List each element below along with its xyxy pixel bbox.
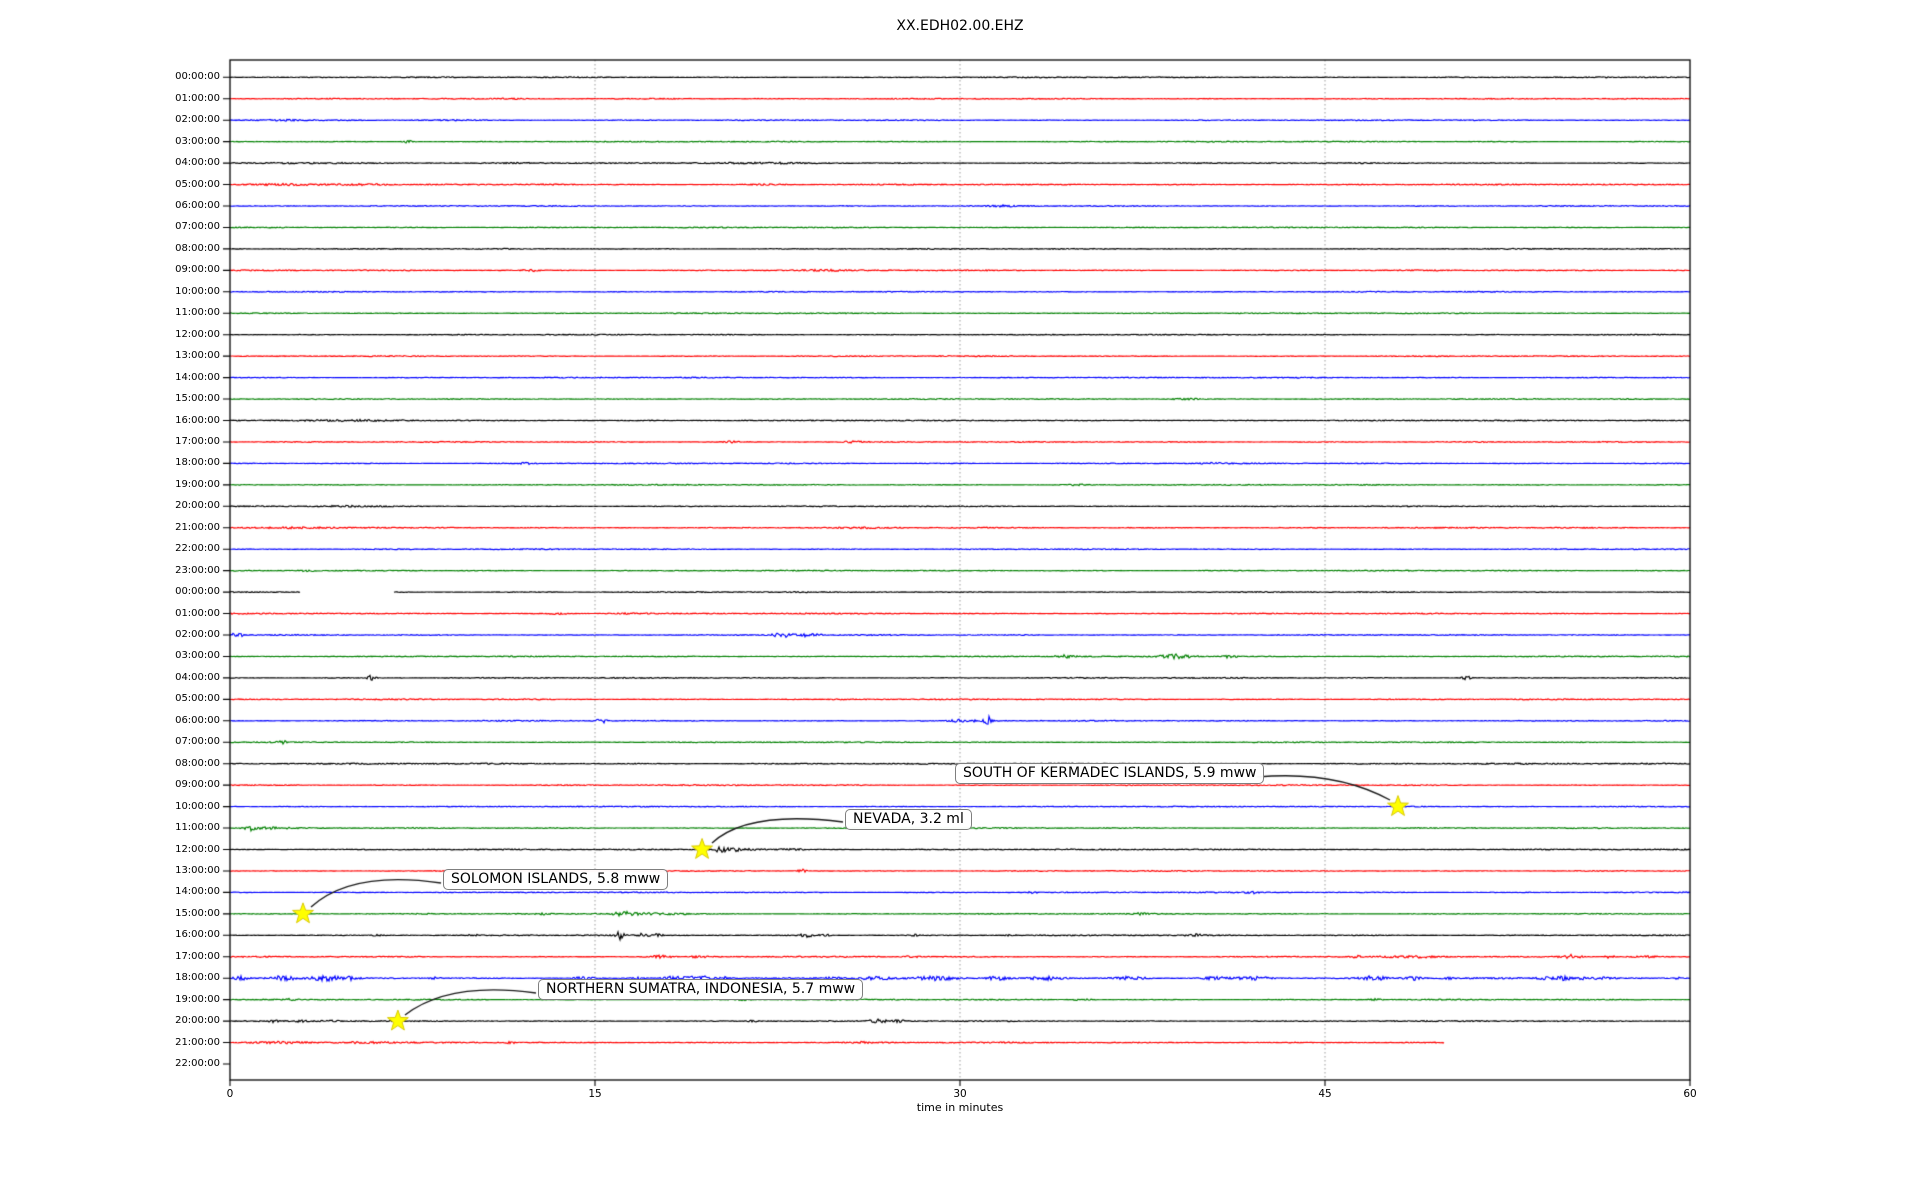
row-label: 11:00:00 [175,822,220,834]
row-label: 04:00:00 [175,157,220,169]
row-label: 00:00:00 [175,71,220,83]
seismogram-figure: XX.EDH02.00.EHZ 00:00:00 01:00:00 02:00:00… [0,0,1920,1200]
x-tick-label: 15 [588,1088,602,1100]
row-label: 04:00:00 [175,671,220,683]
row-label: 08:00:00 [175,242,220,254]
row-label: 06:00:00 [175,200,220,211]
x-tick-label: 60 [1683,1088,1697,1100]
row-label: 15:00:00 [175,393,220,405]
row-label: 07:00:00 [175,221,220,233]
row-label: 21:00:00 [175,1036,220,1048]
row-label: 23:00:00 [175,564,220,576]
row-label: 11:00:00 [175,307,220,319]
row-label: 10:00:00 [175,285,220,297]
row-label: 07:00:00 [175,736,220,748]
row-label: 16:00:00 [175,929,220,941]
row-label: 06:00:00 [175,714,220,726]
event-annotation-kermadec: SOUTH OF KERMADEC ISLANDS, 5.9 mww [955,763,1265,784]
row-label: 18:00:00 [175,457,220,469]
row-label: 02:00:00 [175,114,220,126]
row-label: 22:00:00 [175,543,220,555]
row-label: 20:00:00 [175,1015,220,1027]
helicorder-trace-canvas [0,0,1920,1200]
row-label: 22:00:00 [175,1058,220,1069]
x-axis-label: time in minutes [916,1101,1004,1114]
x-tick-label: 30 [953,1088,967,1100]
row-label: 08:00:00 [175,757,220,769]
row-label: 02:00:00 [175,629,220,640]
row-label: 03:00:00 [175,135,220,147]
row-label: 05:00:00 [175,178,220,190]
row-label: 05:00:00 [175,693,220,705]
row-label: 19:00:00 [175,478,220,490]
row-label: 10:00:00 [175,800,220,812]
row-label: 16:00:00 [175,414,220,426]
event-annotation-solomon: SOLOMON ISLANDS, 5.8 mww [443,869,669,890]
row-label: 09:00:00 [175,779,220,791]
row-label: 19:00:00 [175,993,220,1005]
row-label: 14:00:00 [175,886,220,898]
row-label: 12:00:00 [175,843,220,855]
row-label: 20:00:00 [175,500,220,512]
row-label: 15:00:00 [175,907,220,919]
row-label: 13:00:00 [175,864,220,876]
row-label: 03:00:00 [175,650,220,662]
row-label: 13:00:00 [175,350,220,362]
event-annotation-nevada: NEVADA, 3.2 ml [845,809,972,830]
row-label: 14:00:00 [175,371,220,383]
row-label: 17:00:00 [175,950,220,962]
row-label: 00:00:00 [175,586,220,598]
row-label: 21:00:00 [175,521,220,533]
x-tick-label: 45 [1318,1088,1332,1100]
row-label: 01:00:00 [175,607,220,619]
row-label: 09:00:00 [175,264,220,276]
row-label: 01:00:00 [175,92,220,104]
x-tick-label: 0 [226,1088,234,1100]
row-label: 18:00:00 [175,972,220,984]
plot-title: XX.EDH02.00.EHZ [896,18,1024,34]
row-label: 17:00:00 [175,435,220,447]
row-label: 12:00:00 [175,328,220,340]
event-annotation-sumatra: NORTHERN SUMATRA, INDONESIA, 5.7 mww [538,979,864,1000]
